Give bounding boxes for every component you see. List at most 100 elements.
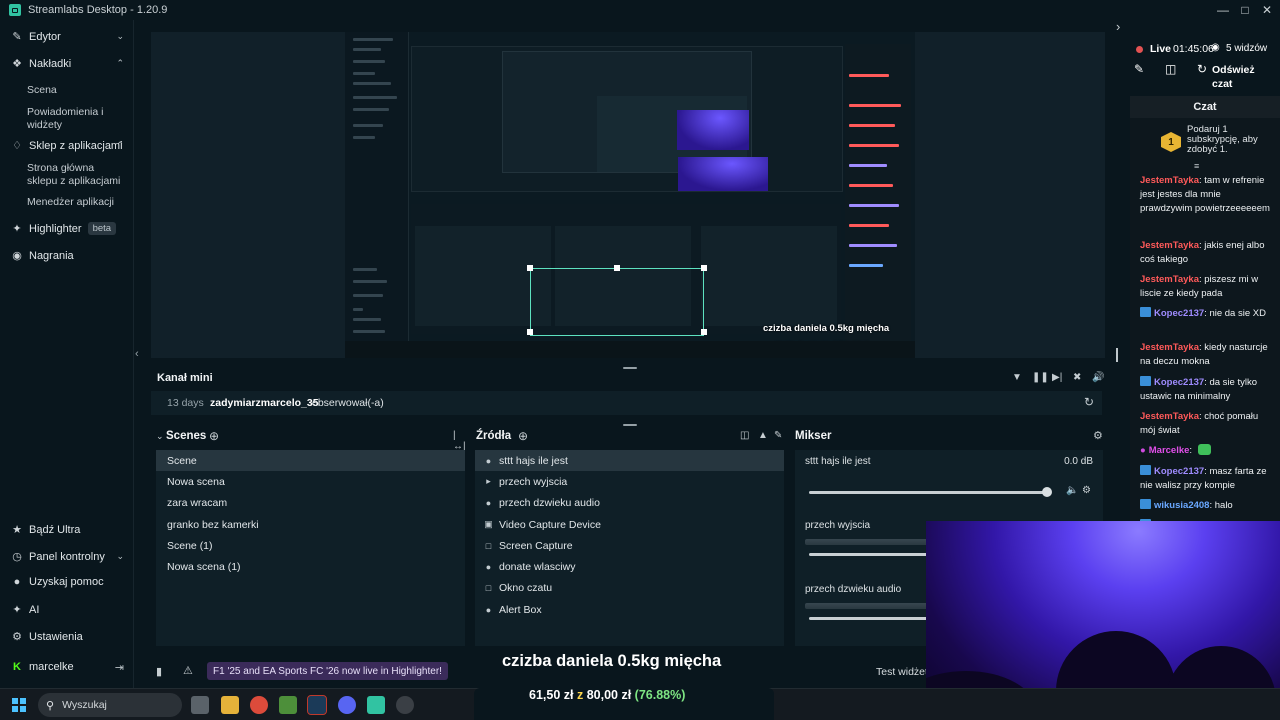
- sidebar-item-dashboard[interactable]: ◷ Panel kontrolny ⌄: [0, 550, 134, 564]
- overlay-icon: ❖: [12, 58, 22, 70]
- source-item[interactable]: ● sttt hajs ile jest: [475, 450, 784, 471]
- pause-icon[interactable]: ❚❚: [1032, 372, 1049, 383]
- chat-username[interactable]: JestemTayka: [1140, 175, 1199, 186]
- sidebar-subitem-app-manager[interactable]: Menedżer aplikacji: [27, 196, 127, 209]
- sub-goal[interactable]: 1 Podaruj 1 subskrypcję, aby zdobyć 1. ≡: [1130, 118, 1280, 171]
- chat-username[interactable]: Kopec2137: [1154, 308, 1204, 319]
- sidebar-subitem-alerts-widgets[interactable]: Powiadomienia i widżety: [27, 106, 127, 132]
- chat-username[interactable]: JestemTayka: [1140, 240, 1199, 251]
- edit-stream-icon[interactable]: ✎: [1134, 62, 1144, 76]
- scene-item[interactable]: Scene (1): [156, 535, 465, 556]
- task-view-icon[interactable]: [191, 696, 209, 714]
- sidebar-item-settings[interactable]: ⚙ Ustawienia: [0, 630, 134, 644]
- mixer-channel-label: przech dzwieku audio: [805, 584, 902, 595]
- source-item[interactable]: ● donate wlasciwy: [475, 556, 784, 577]
- chat-username[interactable]: wikusia2408: [1154, 500, 1209, 511]
- chat-username[interactable]: JestemTayka: [1140, 342, 1199, 353]
- platform-badge-icon: [1140, 307, 1151, 317]
- preview-area: ‹ czizba daniela 0.5kg mięcha: [135, 20, 1120, 365]
- stats-icon[interactable]: ▮: [156, 665, 162, 678]
- source-item[interactable]: ▣ Video Capture Device: [475, 514, 784, 535]
- scene-collection-icon[interactable]: |↔|: [453, 430, 466, 452]
- file-explorer-icon[interactable]: [221, 696, 239, 714]
- source-item[interactable]: □ Screen Capture: [475, 535, 784, 556]
- refresh-icon[interactable]: ↻: [1084, 395, 1094, 409]
- news-banner[interactable]: F1 '25 and EA Sports FC '26 now live in …: [207, 662, 448, 680]
- volume-slider[interactable]: [809, 617, 929, 620]
- sidebar-item-app-store[interactable]: ♢ Sklep z aplikacjami ⌃: [0, 139, 134, 153]
- scene-item[interactable]: Nowa scena (1): [156, 556, 465, 577]
- sidebar-item-overlays[interactable]: ❖ Nakładki ⌃: [0, 57, 134, 71]
- chevron-down-icon[interactable]: ⌄: [156, 431, 164, 442]
- chat-username[interactable]: Marcelke: [1149, 445, 1190, 456]
- test-widget-button[interactable]: Test widżet: [876, 666, 928, 678]
- source-filters-icon[interactable]: ▲: [758, 430, 768, 441]
- chrome-icon[interactable]: [250, 696, 268, 714]
- sidebar-item-ultra[interactable]: ★ Bądź Ultra: [0, 523, 134, 537]
- chat-username[interactable]: JestemTayka: [1140, 274, 1199, 285]
- sidebar-item-recordings[interactable]: ◉ Nagrania: [0, 249, 134, 263]
- logout-icon[interactable]: ⇥: [115, 661, 124, 674]
- channel-settings-icon[interactable]: ⚙: [1082, 485, 1091, 496]
- refresh-chat-icon[interactable]: ↻: [1197, 62, 1207, 76]
- expand-icon[interactable]: ≡: [1194, 161, 1199, 171]
- volume-icon[interactable]: 🔊: [1092, 372, 1104, 383]
- sidebar-item-ai[interactable]: ✦ AI: [0, 603, 134, 617]
- event-user: zadymiarzmarcelo_35: [210, 397, 319, 409]
- sidebar-subitem-store-home[interactable]: Strona główna sklepu z aplikacjami: [27, 162, 127, 188]
- source-item[interactable]: □ Okno czatu: [475, 577, 784, 598]
- volume-slider[interactable]: [809, 553, 929, 556]
- sidebar-subitem-scene[interactable]: Scena: [27, 84, 127, 97]
- collapse-sidebar-icon[interactable]: ‹: [135, 348, 139, 360]
- obs-icon[interactable]: [396, 696, 414, 714]
- steam-icon[interactable]: [307, 695, 327, 715]
- selection-box[interactable]: [527, 265, 707, 336]
- filter-icon[interactable]: ▼: [1012, 372, 1022, 383]
- volume-slider[interactable]: [809, 491, 1047, 494]
- add-source-icon[interactable]: ⊕: [518, 429, 528, 443]
- mute-icon[interactable]: 🔈: [1066, 485, 1078, 496]
- warning-icon[interactable]: ⚠: [183, 664, 193, 677]
- source-item[interactable]: ● przech dzwieku audio: [475, 492, 784, 513]
- source-item[interactable]: ▸ przech wyjscia: [475, 471, 784, 492]
- add-scene-icon[interactable]: ⊕: [209, 429, 219, 443]
- streamlabs-icon[interactable]: [367, 696, 385, 714]
- mute-alerts-icon[interactable]: ✖: [1073, 372, 1081, 383]
- source-item[interactable]: ● Alert Box: [475, 599, 784, 620]
- chat-username[interactable]: Kopec2137: [1154, 377, 1204, 388]
- sidebar-item-highlighter[interactable]: ✦ Highlighter beta: [0, 222, 134, 235]
- sidebar-item-help[interactable]: ● Uzyskaj pomoc: [0, 576, 134, 588]
- sidebar-item-editor[interactable]: ✎ Edytor ⌄: [0, 30, 134, 44]
- close-icon[interactable]: ✕: [1252, 0, 1280, 20]
- volume-slider-knob[interactable]: [1042, 487, 1052, 497]
- feed-event-row[interactable]: 13 days zadymiarzmarcelo_35 obserwował(-…: [151, 391, 1102, 415]
- chat-message: JestemTayka: choć pomału mój świat: [1140, 411, 1259, 436]
- discord-icon[interactable]: [338, 696, 356, 714]
- resize-handle[interactable]: [623, 424, 637, 426]
- scene-item[interactable]: granko bez kamerki: [156, 514, 465, 535]
- source-properties-icon[interactable]: ✎: [774, 430, 782, 441]
- windows-start-icon[interactable]: [12, 698, 26, 712]
- scene-item[interactable]: Nowa scena: [156, 471, 465, 492]
- chevron-up-icon[interactable]: ⌃: [116, 58, 124, 69]
- source-layout-icon[interactable]: ◫: [740, 430, 749, 441]
- user-profile[interactable]: K marcelke ⇥: [0, 661, 134, 674]
- scene-item[interactable]: zara wracam: [156, 492, 465, 513]
- skip-icon[interactable]: ▶|: [1052, 372, 1062, 383]
- minecraft-icon[interactable]: [279, 696, 297, 714]
- chevron-down-icon[interactable]: ⌄: [116, 31, 124, 42]
- popout-chat-icon[interactable]: ◫: [1165, 62, 1176, 76]
- sidebar: ✎ Edytor ⌄ ❖ Nakładki ⌃ Scena Powiadomie…: [0, 20, 134, 688]
- mixer-settings-icon[interactable]: ⚙: [1093, 429, 1103, 442]
- refresh-chat-button[interactable]: Odśwież czat: [1212, 63, 1255, 91]
- chevron-up-icon[interactable]: ⌃: [116, 140, 124, 151]
- taskbar-search[interactable]: ⚲ Wyszukaj: [38, 693, 182, 717]
- chat-username[interactable]: JestemTayka: [1140, 411, 1199, 422]
- stream-preview[interactable]: czizba daniela 0.5kg mięcha 61,50 zł z 8…: [151, 32, 1105, 358]
- sidebar-item-label: Edytor: [29, 30, 61, 43]
- resize-handle[interactable]: [1116, 348, 1118, 362]
- collapse-chat-icon[interactable]: ›: [1116, 19, 1120, 34]
- scene-item[interactable]: Scene: [156, 450, 465, 471]
- chat-username[interactable]: Kopec2137: [1154, 466, 1204, 477]
- chevron-down-icon[interactable]: ⌄: [116, 551, 124, 562]
